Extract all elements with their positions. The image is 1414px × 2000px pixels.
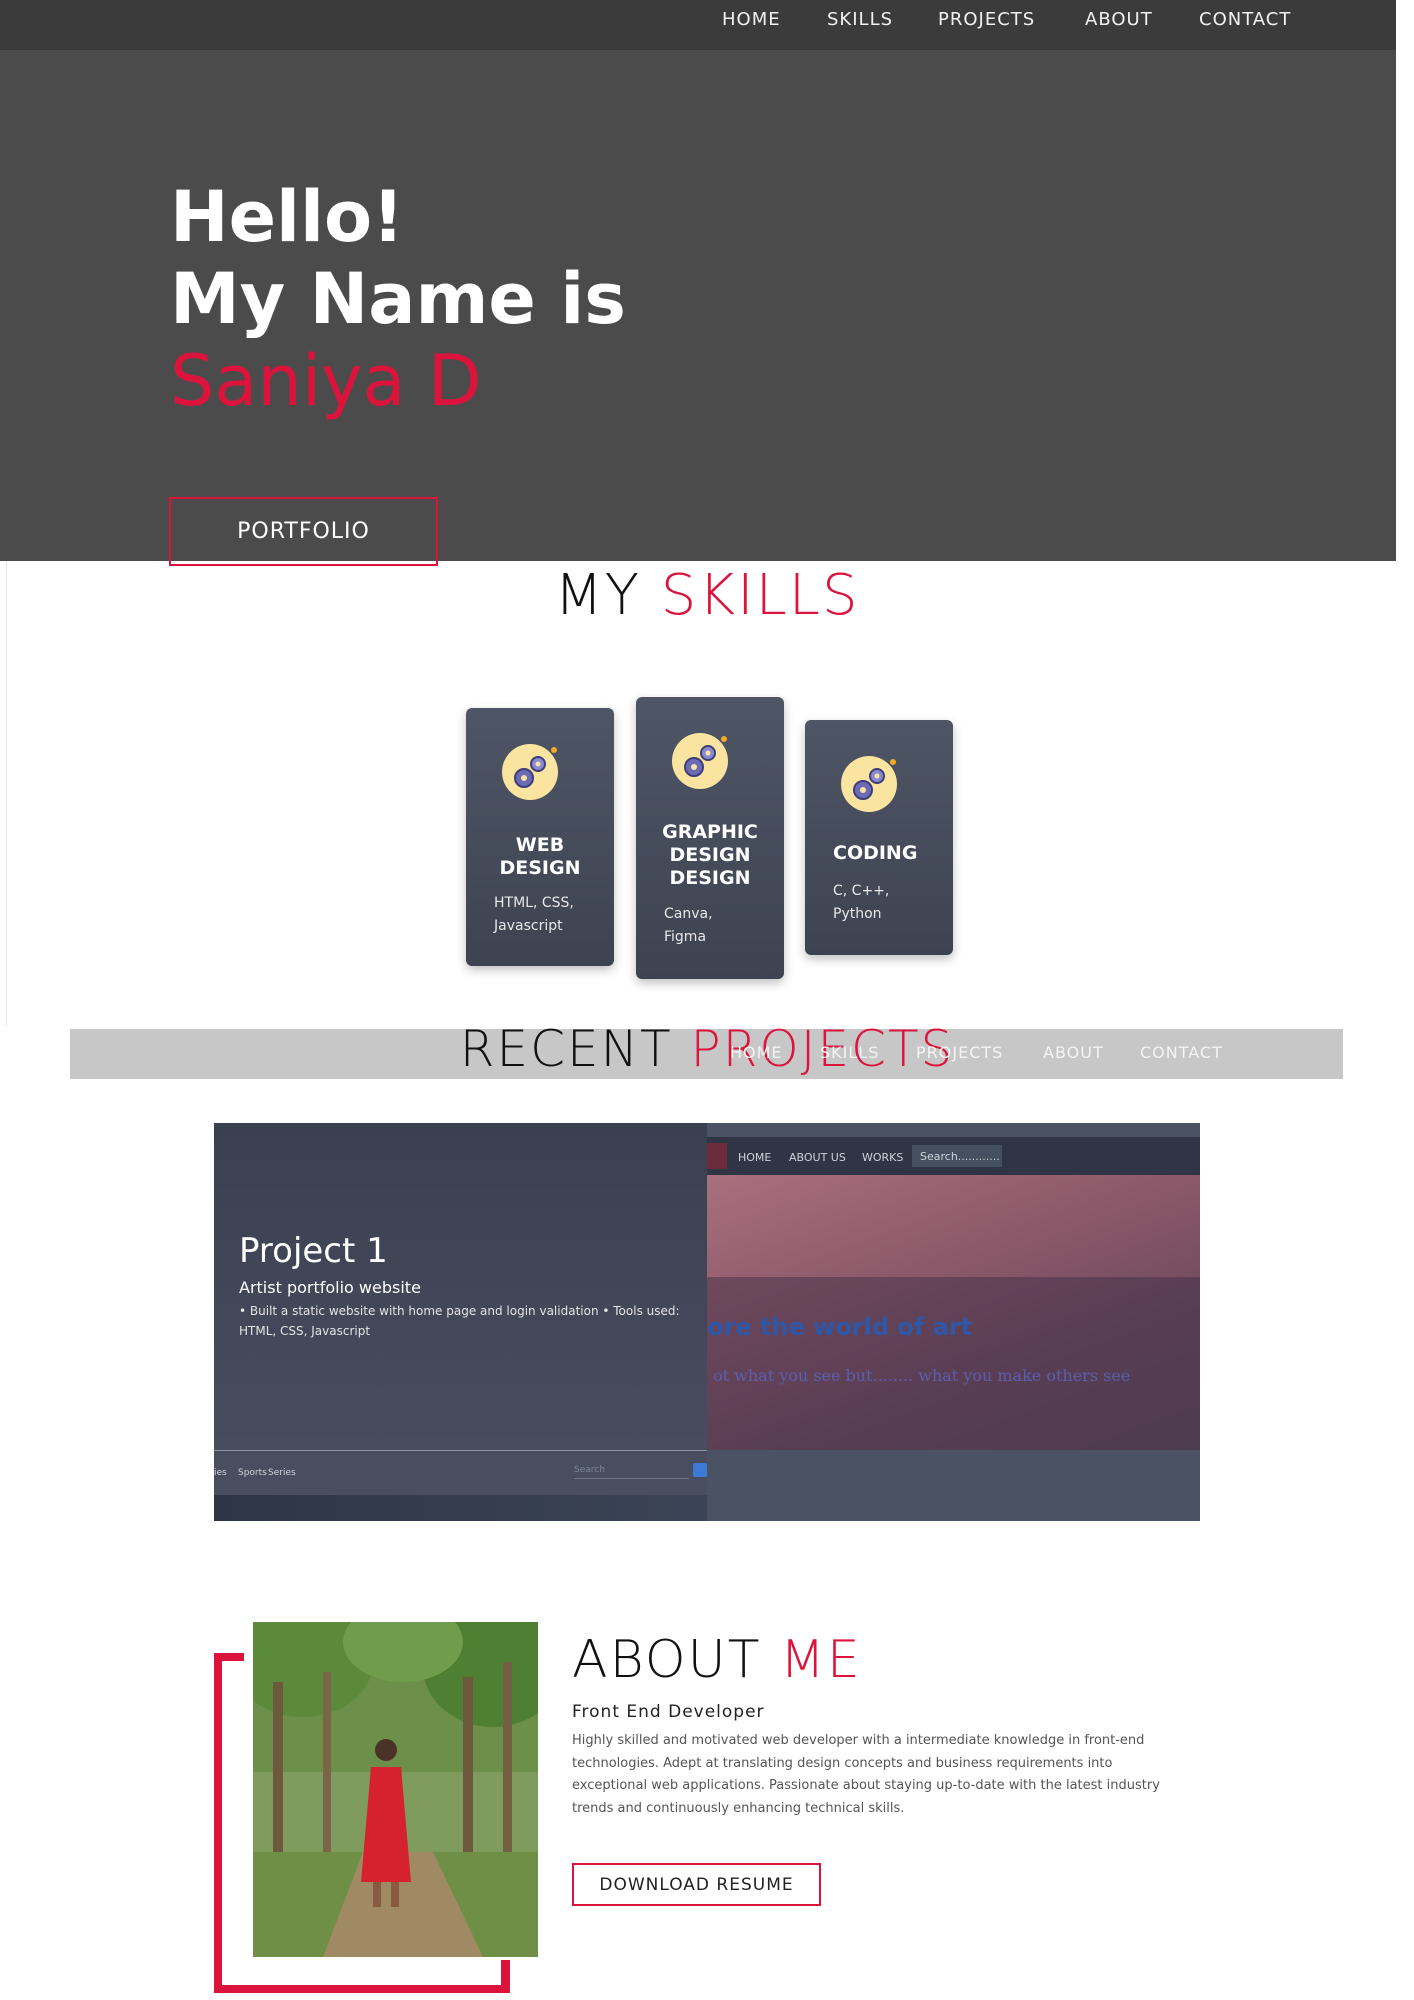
gears-icon <box>502 744 558 800</box>
preview-link: Series <box>268 1468 296 1478</box>
preview-link: Sports <box>238 1468 267 1478</box>
preview-nav-link: HOME <box>738 1151 772 1164</box>
skills-heading: MY SKILLS <box>0 563 1414 628</box>
band-nav-contact[interactable]: CONTACT <box>1140 1029 1223 1079</box>
hero-intro: My Name is <box>170 258 626 340</box>
preview-overlay <box>707 1277 1200 1450</box>
preview-heading: ore the world of art <box>707 1313 973 1341</box>
nav-home[interactable]: HOME <box>722 0 781 50</box>
hero-section: Hello! My Name is Saniya D PORTFOLIO <box>0 50 1396 566</box>
skill-title-line: DESIGN <box>499 857 581 879</box>
skill-desc-line: Javascript <box>494 918 563 934</box>
portfolio-button[interactable]: PORTFOLIO <box>169 497 438 566</box>
band-nav-projects[interactable]: PROJECTS <box>916 1029 1003 1079</box>
project-title: Project 1 <box>239 1231 388 1271</box>
download-resume-button[interactable]: DOWNLOAD RESUME <box>572 1863 821 1906</box>
skill-desc-line: HTML, CSS, <box>494 895 574 911</box>
gears-icon <box>672 733 728 789</box>
skill-desc-line: C, C++, <box>833 883 890 899</box>
top-navbar: HOME SKILLS PROJECTS ABOUT CONTACT <box>0 0 1396 50</box>
preview-footer-strip <box>214 1495 707 1521</box>
about-heading-part2: ME <box>780 1630 862 1690</box>
skill-title-line: DESIGN <box>669 844 751 866</box>
skill-desc-line: Canva, <box>664 906 713 922</box>
skill-title-line: CODING <box>833 842 918 864</box>
preview-search-text: Search <box>574 1465 605 1475</box>
project-info-panel: Project 1 Artist portfolio website • Bui… <box>214 1123 707 1521</box>
about-heading-part1: ABOUT <box>572 1630 762 1690</box>
preview-nav-link: ABOUT US <box>789 1151 846 1164</box>
preview-search-field: Search <box>574 1464 689 1479</box>
hero-name: Saniya D <box>170 340 482 422</box>
skill-title-line: GRAPHIC <box>662 821 758 843</box>
band-nav-skills[interactable]: SKILLS <box>820 1029 879 1079</box>
project-subtitle: Artist portfolio website <box>239 1278 421 1297</box>
preview-bottom <box>707 1450 1200 1521</box>
skill-card-graphic-design[interactable]: GRAPHIC DESIGN DESIGN Canva, Figma <box>636 697 784 979</box>
preview-search-placeholder: Search............ <box>920 1150 1000 1163</box>
nav-projects[interactable]: PROJECTS <box>938 0 1035 50</box>
nav-about[interactable]: ABOUT <box>1085 0 1153 50</box>
band-nav-about[interactable]: ABOUT <box>1043 1029 1104 1079</box>
divider <box>214 1450 707 1451</box>
profile-photo <box>253 1622 538 1957</box>
preview-nav-link: WORKS <box>862 1151 904 1164</box>
preview-search-button <box>693 1463 707 1477</box>
skill-title-line: DESIGN <box>669 867 751 889</box>
preview-hero-image: ore the world of art ot what you see but… <box>707 1175 1200 1450</box>
about-heading: ABOUT ME <box>572 1630 862 1690</box>
project-description: • Built a static website with home page … <box>239 1304 680 1338</box>
project-preview-screenshot: HOME ABOUT US WORKS Search............ o… <box>707 1123 1200 1521</box>
preview-browser-bar <box>707 1123 1200 1137</box>
project-card[interactable]: Project 1 Artist portfolio website • Bui… <box>214 1123 1200 1521</box>
skill-desc-line: Figma <box>664 929 707 945</box>
about-frame-accent <box>501 1960 510 1993</box>
about-role: Front End Developer <box>572 1702 765 1722</box>
skill-desc-line: Python <box>833 906 882 922</box>
skills-heading-part1: MY <box>554 563 641 628</box>
profile-photo-illustration <box>253 1622 538 1957</box>
skill-card-web-design[interactable]: WEB DESIGN HTML, CSS, Javascript <box>466 708 614 966</box>
preview-site-nav: HOME ABOUT US WORKS Search............ <box>707 1137 1200 1175</box>
preview-tagline: ot what you see but........ what you mak… <box>713 1366 1131 1385</box>
band-nav-home[interactable]: HOME <box>730 1029 783 1079</box>
skill-title-line: WEB <box>515 834 565 856</box>
hero-greeting: Hello! <box>170 176 405 258</box>
about-frame-accent <box>214 1653 244 1661</box>
projects-heading-part1: RECENT <box>459 1020 673 1078</box>
gears-icon <box>841 756 897 812</box>
preview-logo <box>707 1143 727 1169</box>
preview-link: ies <box>214 1468 227 1478</box>
skill-card-coding[interactable]: CODING C, C++, Python <box>805 720 953 955</box>
skills-heading-part2: SKILLS <box>660 563 860 628</box>
preview-search-box: Search............ <box>912 1145 1002 1167</box>
about-description: Highly skilled and motivated web develop… <box>572 1733 1160 1816</box>
nav-skills[interactable]: SKILLS <box>827 0 893 50</box>
nav-contact[interactable]: CONTACT <box>1199 0 1291 50</box>
